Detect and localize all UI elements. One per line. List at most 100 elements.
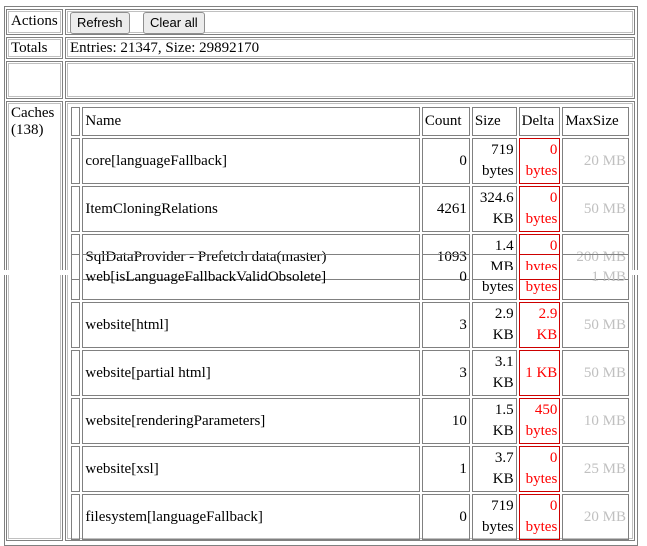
cache-size: 3.7 KB — [471, 446, 517, 492]
header-name: Name — [82, 107, 420, 136]
actions-label-cell: Actions — [6, 9, 63, 35]
table-row: website[html] 3 2.9 KB 2.9 KB 50 MB — [71, 302, 629, 348]
row-spacer — [71, 138, 81, 184]
cache-count: 0 — [421, 254, 470, 300]
size-unit: bytes — [481, 163, 514, 179]
totals-label: Totals — [11, 40, 48, 56]
cache-name: website[html] — [82, 302, 420, 348]
size-unit: KB — [492, 375, 514, 391]
table-row: website[partial html] 3 3.1 KB 1 KB 50 MB — [71, 350, 629, 396]
cache-size: 3.1 KB — [471, 350, 517, 396]
row-spacer — [71, 398, 81, 444]
delta-value: 0 — [549, 450, 558, 466]
cache-maxsize: 25 MB — [562, 446, 629, 492]
cache-delta: 0 bytes — [518, 494, 561, 540]
delta-value: 450 — [534, 402, 558, 418]
row-spacer — [71, 302, 81, 348]
row-spacer — [71, 254, 81, 300]
cache-count: 3 — [421, 350, 470, 396]
cache-size: 2.9 KB — [471, 302, 517, 348]
delta-unit: bytes — [525, 423, 558, 439]
table-row: filesystem[languageFallback] 0 719 bytes … — [71, 494, 629, 540]
size-value: 719 — [491, 142, 514, 158]
cache-name: filesystem[languageFallback] — [82, 494, 420, 540]
cache-name: website[renderingParameters] — [82, 398, 420, 444]
size-value: 324.6 — [479, 190, 514, 206]
size-value: 2.9 — [494, 306, 514, 322]
totals-text: Entries: 21347, Size: 29892170 — [70, 40, 260, 56]
delta-unit: bytes — [525, 163, 558, 179]
header-spacer — [71, 107, 81, 136]
table-row: core[languageFallback] 0 719 bytes 0 bytes… — [71, 138, 629, 184]
size-value: 3.7 — [494, 450, 514, 466]
cache-count: 10 — [421, 398, 470, 444]
cache-size: 1.5 KB — [471, 398, 517, 444]
cache-maxsize: 20 MB — [562, 138, 629, 184]
cache-delta: 0 bytes — [518, 138, 561, 184]
caches-label: Caches (138) — [8, 103, 57, 141]
cache-maxsize: 50 MB — [562, 302, 629, 348]
size-value: 3.1 — [494, 354, 514, 370]
header-delta: Delta — [518, 107, 561, 136]
cache-name: website[partial html] — [82, 350, 420, 396]
caches-label-cell: Caches (138) — [6, 101, 63, 541]
size-unit: KB — [492, 471, 514, 487]
caches-count: (138) — [11, 122, 44, 138]
cache-size: 719 bytes — [471, 138, 517, 184]
size-value: 719 — [491, 498, 514, 514]
size-unit: KB — [492, 327, 514, 343]
row-spacer — [71, 186, 81, 232]
cache-count: 1 — [421, 446, 470, 492]
row-spacer — [71, 494, 81, 540]
delta-value: 1 KB — [525, 364, 558, 381]
size-unit: KB — [492, 423, 514, 439]
cache-table-bottom: web[isLanguageFallbackValidObsolete] 0 b… — [69, 252, 631, 542]
header-count: Count — [421, 107, 470, 136]
table-row: website[xsl] 1 3.7 KB 0 bytes 25 MB — [71, 446, 629, 492]
empty-cell — [65, 61, 635, 99]
delta-value: 2.9 — [538, 306, 558, 322]
cache-maxsize: 50 MB — [562, 186, 629, 232]
cache-delta: 450 bytes — [518, 398, 561, 444]
cache-delta: bytes — [518, 254, 561, 300]
row-spacer — [71, 446, 81, 492]
delta-value: 0 — [549, 498, 558, 514]
cache-name: ItemCloningRelations — [82, 186, 420, 232]
cache-maxsize: 1 MB — [562, 254, 629, 300]
cache-maxsize: 10 MB — [562, 398, 629, 444]
row-spacer — [71, 350, 81, 396]
cache-name: web[isLanguageFallbackValidObsolete] — [82, 254, 420, 300]
cache-name: core[languageFallback] — [82, 138, 420, 184]
totals-cell: Entries: 21347, Size: 29892170 — [65, 37, 635, 59]
delta-unit: bytes — [525, 471, 558, 487]
caches-title: Caches — [11, 105, 55, 121]
cache-count: 4261 — [421, 186, 470, 232]
cache-size: 324.6 KB — [471, 186, 517, 232]
cache-size: bytes — [471, 254, 517, 300]
delta-unit: bytes — [525, 279, 558, 295]
size-value: 1.5 — [494, 402, 514, 418]
delta-value: 0 — [549, 190, 558, 206]
table-row: website[renderingParameters] 10 1.5 KB 45… — [71, 398, 629, 444]
cache-delta: 2.9 KB — [518, 302, 561, 348]
cache-header-row: Name Count Size Delta MaxSize — [71, 107, 629, 136]
refresh-button[interactable]: Refresh — [70, 12, 130, 34]
cache-count: 0 — [421, 494, 470, 540]
delta-unit: bytes — [525, 211, 558, 227]
cache-maxsize: 20 MB — [562, 494, 629, 540]
cache-delta: 0 bytes — [518, 446, 561, 492]
cache-size: 719 bytes — [471, 494, 517, 540]
table-row: ItemCloningRelations 4261 324.6 KB 0 bytes… — [71, 186, 629, 232]
table-row: web[isLanguageFallbackValidObsolete] 0 b… — [71, 254, 629, 300]
delta-unit: KB — [536, 327, 558, 343]
cache-delta: 0 bytes — [518, 186, 561, 232]
header-size: Size — [471, 107, 517, 136]
cache-count: 3 — [421, 302, 470, 348]
cache-count: 0 — [421, 138, 470, 184]
empty-label-cell — [6, 61, 63, 99]
clear-all-button[interactable]: Clear all — [143, 12, 205, 34]
header-maxsize: MaxSize — [562, 107, 629, 136]
size-unit: bytes — [481, 279, 514, 295]
cache-maxsize: 50 MB — [562, 350, 629, 396]
size-unit: KB — [492, 211, 514, 227]
